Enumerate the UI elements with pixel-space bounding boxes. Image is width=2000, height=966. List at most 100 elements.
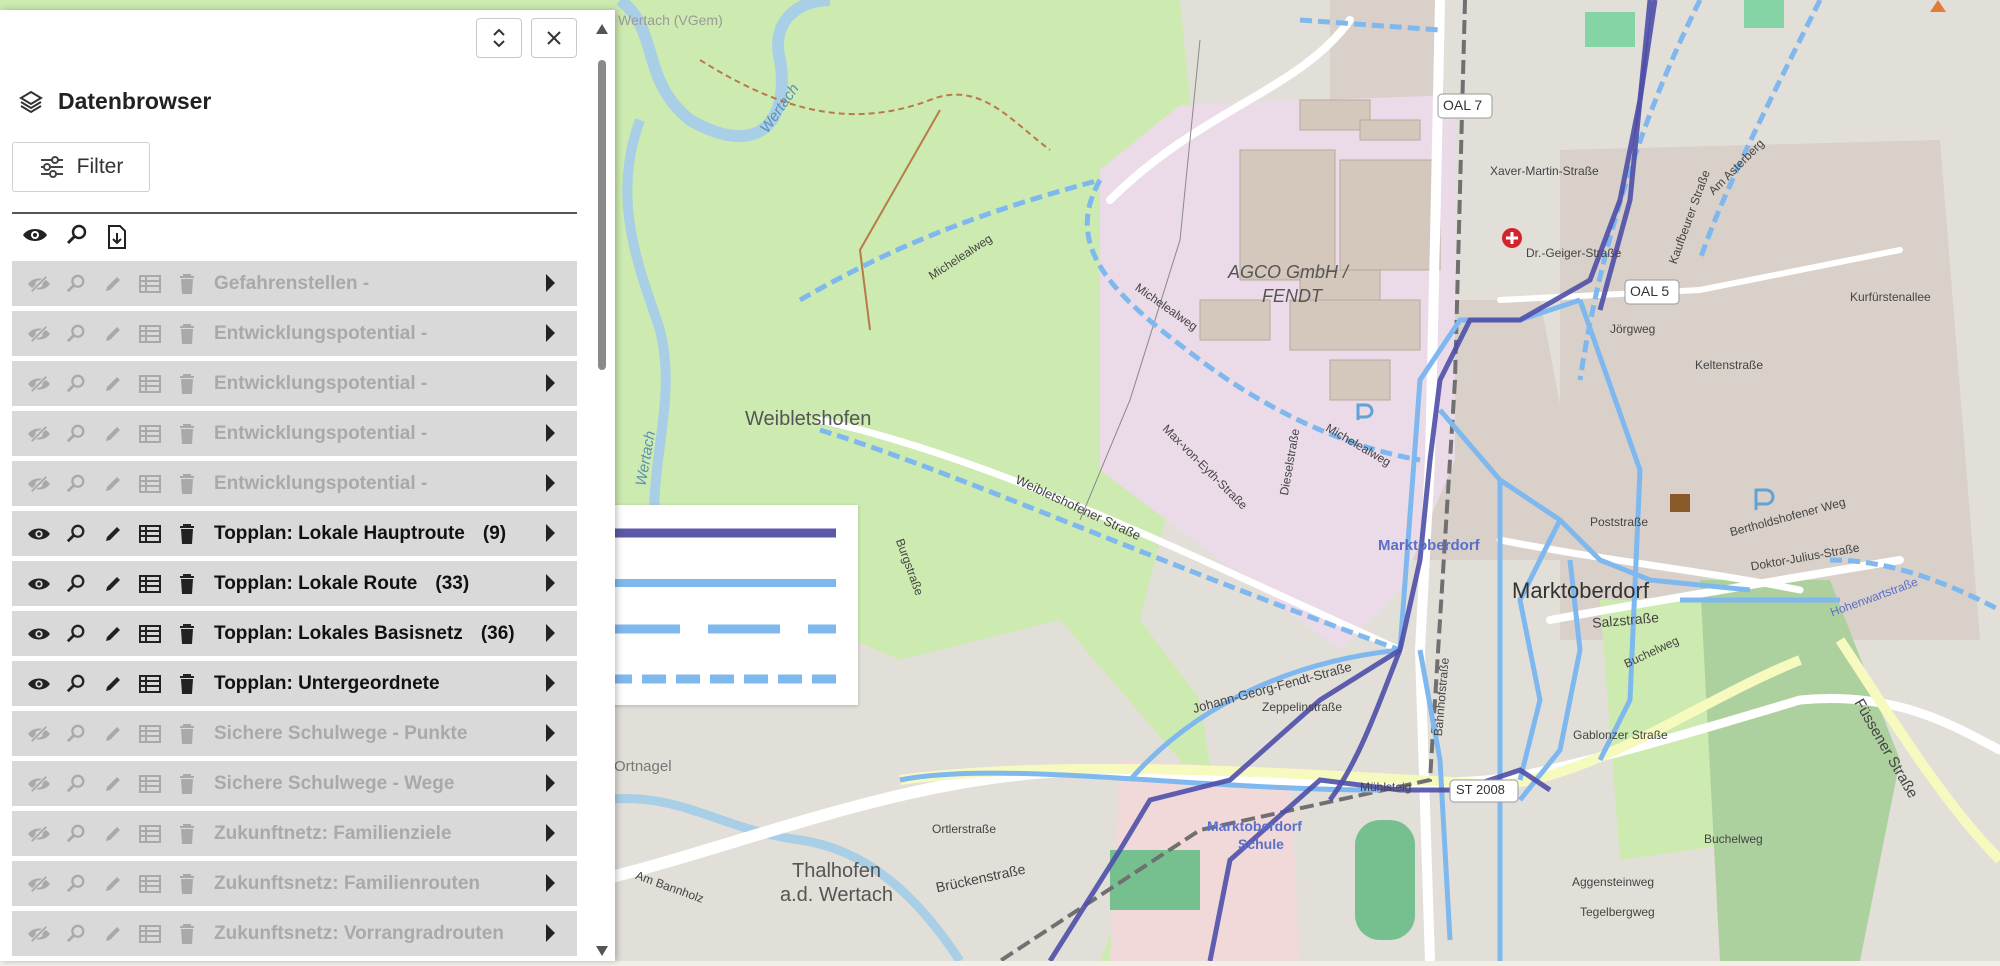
layer-row[interactable]: Zukunftsnetz: Familienrouten [12,861,577,906]
caret-right-icon[interactable] [546,774,555,792]
trash-icon[interactable] [174,573,200,595]
zoom-to-icon[interactable] [63,724,89,744]
eye-slash-icon[interactable] [26,374,52,394]
caret-right-icon[interactable] [546,574,555,592]
pencil-icon[interactable] [100,274,126,294]
eye-icon[interactable] [26,624,52,644]
close-button[interactable] [531,18,577,58]
table-icon[interactable] [137,274,163,293]
eye-slash-icon[interactable] [26,324,52,344]
caret-right-icon[interactable] [546,624,555,642]
table-icon[interactable] [137,824,163,843]
zoom-to-icon[interactable] [63,324,89,344]
layer-row[interactable]: Entwicklungspotential - [12,411,577,456]
trash-icon[interactable] [174,673,200,695]
eye-slash-icon[interactable] [26,274,52,294]
table-icon[interactable] [137,374,163,393]
layer-row[interactable]: Entwicklungspotential - [12,461,577,506]
pencil-icon[interactable] [100,774,126,794]
caret-right-icon[interactable] [546,524,555,542]
zoom-to-icon[interactable] [63,624,89,644]
caret-right-icon[interactable] [546,924,555,942]
zoom-to-icon[interactable] [63,874,89,894]
zoom-to-icon[interactable] [63,524,89,544]
table-icon[interactable] [137,924,163,943]
eye-slash-icon[interactable] [26,424,52,444]
eye-icon[interactable] [26,574,52,594]
caret-right-icon[interactable] [546,474,555,492]
map-marker-icon[interactable] [1930,0,1946,12]
trash-icon[interactable] [174,773,200,795]
trash-icon[interactable] [174,473,200,495]
caret-right-icon[interactable] [546,674,555,692]
table-icon[interactable] [137,724,163,743]
caret-right-icon[interactable] [546,274,555,292]
eye-icon[interactable] [22,224,48,246]
pencil-icon[interactable] [100,474,126,494]
layer-row[interactable]: Topplan: Lokale Route (33) [12,561,577,606]
pencil-icon[interactable] [100,574,126,594]
castle-icon[interactable] [1670,494,1690,512]
zoom-to-icon[interactable] [63,474,89,494]
zoom-to-icon[interactable] [63,674,89,694]
pencil-icon[interactable] [100,724,126,744]
trash-icon[interactable] [174,823,200,845]
pencil-icon[interactable] [100,924,126,944]
pencil-icon[interactable] [100,374,126,394]
caret-right-icon[interactable] [546,324,555,342]
expand-collapse-button[interactable] [476,18,522,58]
layer-row[interactable]: Topplan: Lokale Hauptroute (9) [12,511,577,556]
scrollbar-thumb[interactable] [598,60,606,370]
pencil-icon[interactable] [100,424,126,444]
eye-slash-icon[interactable] [26,874,52,894]
table-icon[interactable] [137,674,163,693]
pencil-icon[interactable] [100,324,126,344]
pencil-icon[interactable] [100,824,126,844]
caret-right-icon[interactable] [546,724,555,742]
scrollbar[interactable] [595,22,609,958]
pencil-icon[interactable] [100,874,126,894]
table-icon[interactable] [137,774,163,793]
caret-right-icon[interactable] [546,824,555,842]
table-icon[interactable] [137,874,163,893]
caret-right-icon[interactable] [546,374,555,392]
table-icon[interactable] [137,624,163,643]
layer-row[interactable]: Zukunftnetz: Familienziele [12,811,577,856]
layer-row[interactable]: Entwicklungspotential - [12,311,577,356]
layer-row[interactable]: Sichere Schulwege - Punkte [12,711,577,756]
zoom-to-icon[interactable] [63,374,89,394]
trash-icon[interactable] [174,423,200,445]
eye-slash-icon[interactable] [26,474,52,494]
zoom-to-icon[interactable] [63,774,89,794]
layer-row[interactable]: Entwicklungspotential - [12,361,577,406]
layer-row[interactable]: Topplan: Untergeordnete [12,661,577,706]
table-icon[interactable] [137,574,163,593]
scroll-up-arrow[interactable] [596,24,608,34]
caret-right-icon[interactable] [546,874,555,892]
table-icon[interactable] [137,524,163,543]
eye-slash-icon[interactable] [26,924,52,944]
zoom-to-icon[interactable] [63,424,89,444]
pencil-icon[interactable] [100,674,126,694]
filter-button[interactable]: Filter [12,142,150,192]
trash-icon[interactable] [174,273,200,295]
eye-slash-icon[interactable] [26,724,52,744]
trash-icon[interactable] [174,523,200,545]
eye-slash-icon[interactable] [26,824,52,844]
table-icon[interactable] [137,324,163,343]
layer-row[interactable]: Sichere Schulwege - Wege [12,761,577,806]
eye-icon[interactable] [26,674,52,694]
scroll-down-arrow[interactable] [596,946,608,956]
zoom-to-icon[interactable] [63,574,89,594]
trash-icon[interactable] [174,873,200,895]
eye-icon[interactable] [26,524,52,544]
layer-row[interactable]: Zukunftsnetz: Vorrangradrouten [12,911,577,956]
layer-row[interactable]: Topplan: Lokales Basisnetz (36) [12,611,577,656]
export-file-icon[interactable] [106,224,128,250]
trash-icon[interactable] [174,373,200,395]
table-icon[interactable] [137,474,163,493]
zoom-to-icon[interactable] [66,224,88,246]
pencil-icon[interactable] [100,524,126,544]
caret-right-icon[interactable] [546,424,555,442]
pencil-icon[interactable] [100,624,126,644]
